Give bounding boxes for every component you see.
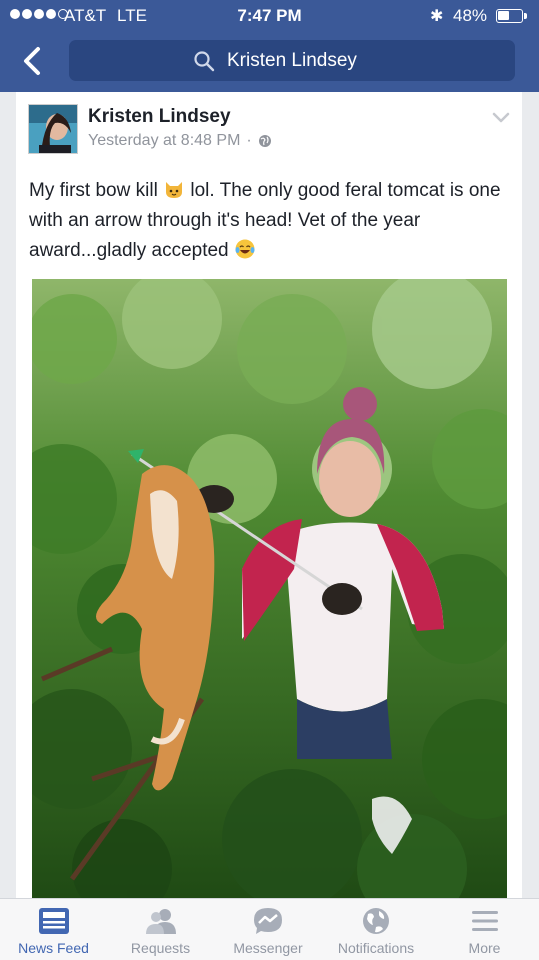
tab-more[interactable]: More bbox=[430, 899, 539, 960]
tab-label-more: More bbox=[468, 940, 501, 956]
globe-icon bbox=[258, 135, 271, 147]
news-feed-icon bbox=[38, 908, 69, 934]
magnifier-icon bbox=[194, 51, 215, 72]
notifications-icon bbox=[363, 908, 389, 934]
back-button[interactable] bbox=[18, 44, 48, 78]
profile-photo bbox=[29, 105, 77, 153]
avatar[interactable] bbox=[28, 104, 78, 154]
more-icon bbox=[471, 911, 498, 931]
facebook-app-screen: AT&T LTE 7:47 PM ✱ 48% Kristen Lindsey K… bbox=[0, 0, 539, 960]
tab-label-requests: Requests bbox=[130, 940, 191, 956]
top-header: AT&T LTE 7:47 PM ✱ 48% Kristen Lindsey bbox=[0, 0, 539, 92]
bottom-tab-bar: News Feed Requests Messenger Notificatio… bbox=[0, 898, 539, 960]
requests-icon bbox=[145, 909, 176, 934]
post-photo-image bbox=[32, 279, 507, 902]
tab-label-news-feed: News Feed bbox=[18, 940, 89, 956]
tab-requests[interactable]: Requests bbox=[107, 899, 214, 960]
post-author-name[interactable]: Kristen Lindsey bbox=[88, 106, 231, 128]
post-card: Kristen Lindsey Yesterday at 8:48 PM · M… bbox=[16, 92, 522, 902]
post-photo[interactable] bbox=[32, 279, 507, 902]
tears-of-joy-emoji-icon bbox=[235, 239, 255, 259]
post-meta: Yesterday at 8:48 PM · bbox=[88, 132, 272, 150]
chevron-down-icon[interactable] bbox=[492, 112, 510, 124]
battery-percent: 48% bbox=[453, 6, 488, 25]
meta-separator: · bbox=[246, 132, 252, 149]
post-timestamp[interactable]: Yesterday at 8:48 PM bbox=[88, 132, 240, 150]
chevron-left-icon bbox=[24, 47, 40, 75]
status-bar: AT&T LTE 7:47 PM ✱ 48% bbox=[0, 0, 539, 32]
messenger-icon bbox=[254, 908, 282, 934]
tab-label-notifications: Notifications bbox=[337, 940, 415, 956]
post-message: My first bow kill lol. The only good fer… bbox=[29, 176, 513, 266]
tab-label-messenger: Messenger bbox=[233, 940, 303, 956]
search-query: Kristen Lindsey bbox=[227, 50, 357, 71]
search-input[interactable]: Kristen Lindsey bbox=[69, 40, 515, 81]
post-text-part1: My first bow kill bbox=[29, 180, 158, 201]
battery-icon bbox=[496, 9, 527, 23]
tab-news-feed[interactable]: News Feed bbox=[0, 899, 107, 960]
battery-level-fill bbox=[498, 11, 509, 20]
bluetooth-icon: ✱ bbox=[430, 8, 444, 25]
cat-face-emoji-icon bbox=[166, 182, 183, 198]
tab-notifications[interactable]: Notifications bbox=[322, 899, 430, 960]
tab-messenger[interactable]: Messenger bbox=[214, 899, 322, 960]
